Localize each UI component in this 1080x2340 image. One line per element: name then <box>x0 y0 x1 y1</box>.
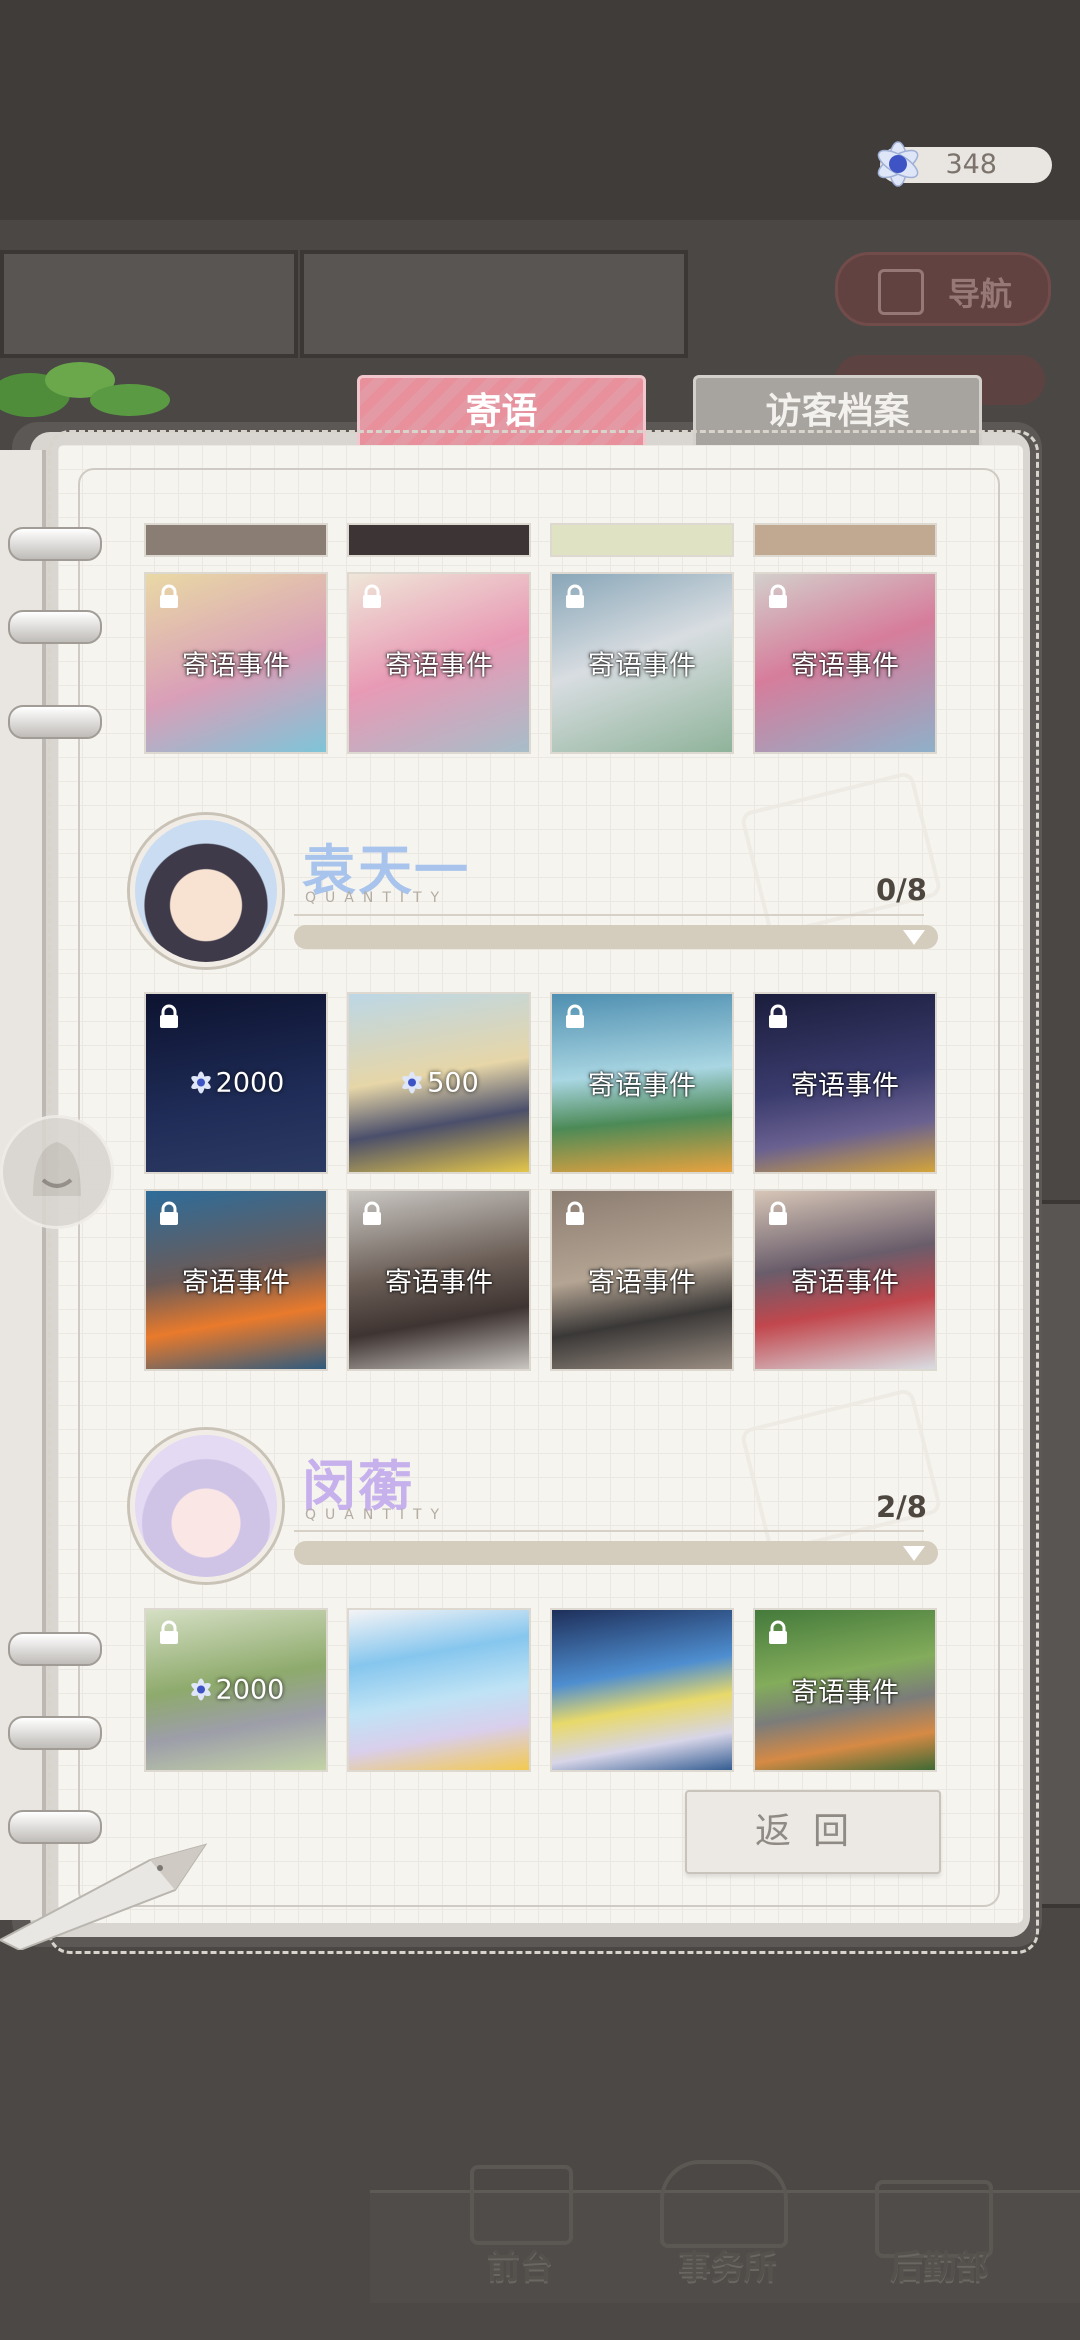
front-desk-icon <box>470 2165 573 2245</box>
lock-icon <box>566 1201 584 1225</box>
unlocked-memory-card[interactable] <box>347 1608 531 1772</box>
lock-icon <box>566 584 584 608</box>
binder-ring <box>8 1716 102 1750</box>
blue-flower-gem-icon <box>190 1071 211 1094</box>
navigation-button[interactable]: 导航 <box>835 252 1051 326</box>
lock-icon <box>769 1201 787 1225</box>
ghost-mascot-icon <box>33 1142 81 1196</box>
character-avatar[interactable] <box>130 1430 282 1582</box>
card-label: 寄语事件 <box>588 1267 696 1299</box>
message-event-card[interactable]: 寄语事件 <box>753 1608 937 1772</box>
collection-count: 2/8 <box>876 1490 927 1524</box>
message-event-card[interactable]: 寄语事件 <box>550 1189 734 1371</box>
card-label: 寄语事件 <box>791 1677 899 1709</box>
binder-ring <box>8 527 102 561</box>
nav-front-desk[interactable]: 前台 <box>487 2240 553 2288</box>
lock-icon <box>363 1201 381 1225</box>
unlocked-memory-card[interactable] <box>550 1608 734 1772</box>
card-label: 寄语事件 <box>182 650 290 682</box>
fountain-pen-decoration <box>0 1843 208 1950</box>
map-icon <box>878 269 924 315</box>
card-cost: 500 <box>349 1068 529 1099</box>
message-event-card[interactable]: 寄语事件 <box>753 572 937 754</box>
tab-visitor-archive[interactable]: 访客档案 <box>693 375 982 449</box>
currency-amount: 348 <box>945 149 997 180</box>
progress-divider <box>294 1530 924 1532</box>
tab-messages[interactable]: 寄语 <box>357 375 646 449</box>
message-event-card[interactable]: 寄语事件 <box>753 992 937 1174</box>
message-event-card[interactable]: 寄语事件 <box>144 572 328 754</box>
message-event-card[interactable]: 寄语事件 <box>753 1189 937 1371</box>
message-event-card[interactable]: 寄语事件 <box>144 1189 328 1371</box>
message-event-card[interactable]: 寄语事件 <box>347 572 531 754</box>
character-avatar[interactable] <box>130 815 282 967</box>
quantity-label: QUANTITY <box>305 890 449 906</box>
progress-divider <box>294 914 924 916</box>
lock-icon <box>363 584 381 608</box>
card-cost: 2000 <box>146 1675 326 1706</box>
nav-logistics[interactable]: 后勤部 <box>890 2240 989 2288</box>
blue-flower-gem-icon <box>402 1071 422 1094</box>
lock-icon <box>769 1620 787 1644</box>
scrolled-card-image <box>347 523 531 557</box>
scrolled-card-image <box>550 523 734 557</box>
lock-icon <box>160 584 178 608</box>
card-label: 寄语事件 <box>385 650 493 682</box>
binder-ring <box>8 610 102 644</box>
chevron-down-icon[interactable] <box>903 1546 925 1561</box>
card-cost: 2000 <box>146 1068 326 1099</box>
lock-icon <box>566 1004 584 1028</box>
lock-icon <box>769 584 787 608</box>
locked-cost-card[interactable]: 2000 <box>144 1608 328 1772</box>
collection-progress-bar[interactable] <box>294 925 938 949</box>
nav-office[interactable]: 事务所 <box>678 2240 777 2288</box>
plant-decoration <box>0 362 170 417</box>
message-event-card[interactable]: 寄语事件 <box>550 992 734 1174</box>
scrolled-card-image <box>753 523 937 557</box>
collection-count: 0/8 <box>876 873 927 907</box>
mascot-side-button[interactable] <box>0 1115 114 1229</box>
card-label: 寄语事件 <box>182 1267 290 1299</box>
chevron-down-icon[interactable] <box>903 930 925 945</box>
message-event-card[interactable]: 寄语事件 <box>347 1189 531 1371</box>
card-label: 寄语事件 <box>588 650 696 682</box>
binder-ring <box>8 1632 102 1666</box>
scrolled-card-image <box>144 523 328 557</box>
card-label: 寄语事件 <box>385 1267 493 1299</box>
card-label: 寄语事件 <box>791 1267 899 1299</box>
locked-cost-card[interactable]: 2000 <box>144 992 328 1174</box>
lock-icon <box>160 1201 178 1225</box>
collection-progress-bar[interactable] <box>294 1541 938 1565</box>
office-icon <box>660 2160 788 2248</box>
blue-flower-gem-icon <box>877 141 919 187</box>
message-event-card[interactable]: 寄语事件 <box>550 572 734 754</box>
lock-icon <box>160 1620 178 1644</box>
quantity-label: QUANTITY <box>305 1507 449 1523</box>
card-label: 寄语事件 <box>588 1070 696 1102</box>
cost-card[interactable]: 500 <box>347 992 531 1174</box>
card-label: 寄语事件 <box>791 650 899 682</box>
blue-flower-gem-icon <box>190 1678 211 1701</box>
card-label: 寄语事件 <box>791 1070 899 1102</box>
binder-ring <box>8 705 102 739</box>
wall-panel <box>300 250 688 358</box>
lock-icon <box>160 1004 178 1028</box>
lock-icon <box>769 1004 787 1028</box>
return-button[interactable]: 返回 <box>685 1790 941 1874</box>
